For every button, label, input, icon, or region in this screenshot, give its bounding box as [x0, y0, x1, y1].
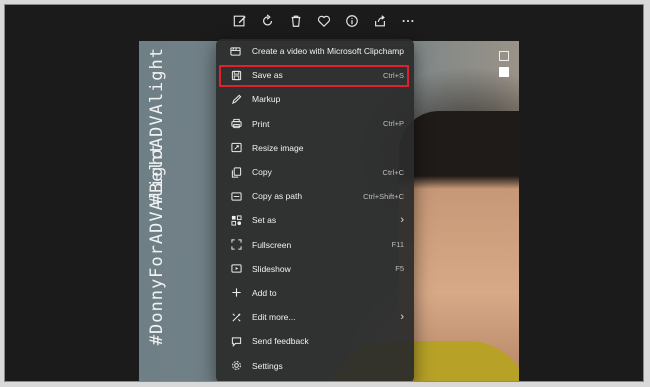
menu-item-label: Fullscreen — [252, 239, 292, 250]
print-icon — [230, 118, 242, 130]
slideshow-icon — [230, 263, 242, 275]
menu-item-save-as[interactable]: Save as Ctrl+S — [216, 63, 414, 88]
photo-hashtag-bottom: #DonnyForADVAlight — [147, 142, 167, 345]
menu-item-edit-more[interactable]: Edit more... › — [216, 305, 414, 329]
rotate-icon[interactable] — [257, 10, 279, 32]
menu-item-slideshow[interactable]: Slideshow F5 — [216, 257, 414, 281]
menu-item-label: Copy — [252, 167, 272, 178]
menu-item-copy[interactable]: Copy Ctrl+C — [216, 160, 414, 184]
menu-item-label: Create a video with Microsoft Clipchamp — [251, 46, 404, 57]
favorite-icon[interactable] — [313, 10, 335, 32]
menu-item-copy-as-path[interactable]: Copy as path Ctrl+Shift+C — [216, 184, 414, 208]
menu-item-add-to[interactable]: Add to — [216, 281, 414, 305]
menu-item-shortcut: Ctrl+Shift+C — [363, 191, 404, 201]
chevron-right-icon: › — [400, 311, 404, 324]
menu-item-label: Markup — [252, 94, 281, 105]
more-icon[interactable] — [397, 10, 419, 32]
menu-item-shortcut: Ctrl+S — [382, 70, 404, 80]
menu-item-label: Slideshow — [252, 263, 291, 274]
menu-item-shortcut: F5 — [395, 264, 404, 274]
menu-item-fullscreen[interactable]: Fullscreen F11 — [216, 233, 414, 257]
menu-item-shortcut: Ctrl+C — [382, 167, 404, 177]
menu-item-label: Print — [252, 118, 270, 129]
square-outline-icon — [499, 51, 509, 61]
settings-icon — [230, 360, 242, 372]
menu-item-label: Edit more... — [252, 312, 296, 323]
copy-icon — [230, 166, 242, 178]
copy-path-icon — [230, 190, 242, 202]
menu-item-shortcut: F11 — [391, 240, 404, 250]
menu-item-label: Save as — [252, 70, 283, 81]
context-menu: Create a video with Microsoft Clipchamp … — [216, 39, 414, 381]
menu-item-send-feedback[interactable]: Send feedback — [216, 329, 414, 353]
menu-item-label: Settings — [252, 360, 283, 371]
photo-subject — [399, 111, 519, 371]
delete-icon[interactable] — [285, 10, 307, 32]
menu-item-label: Set as — [252, 215, 277, 226]
markup-icon — [230, 93, 242, 105]
save-icon — [230, 69, 242, 81]
chevron-right-icon: › — [400, 214, 404, 227]
edit-image-icon[interactable] — [229, 10, 251, 32]
menu-item-markup[interactable]: Markup — [216, 87, 414, 111]
clipchamp-icon — [230, 45, 242, 57]
menu-item-print[interactable]: Print Ctrl+P — [216, 112, 414, 136]
menu-item-label: Add to — [252, 287, 277, 298]
square-filled-icon — [499, 67, 509, 77]
menu-item-label: Send feedback — [252, 336, 309, 347]
menu-item-set-as[interactable]: Set as › — [216, 208, 414, 232]
feedback-icon — [230, 335, 242, 347]
edit-more-icon — [230, 311, 242, 323]
image-toolbar — [5, 5, 643, 37]
share-icon[interactable] — [369, 10, 391, 32]
info-icon[interactable] — [341, 10, 363, 32]
menu-item-label: Resize image — [252, 142, 304, 153]
add-icon — [230, 287, 242, 299]
menu-item-resize-image[interactable]: Resize image — [216, 136, 414, 160]
menu-item-shortcut: Ctrl+P — [382, 119, 404, 129]
menu-item-clipchamp[interactable]: Create a video with Microsoft Clipchamp — [216, 39, 414, 63]
photos-app-window: #BeloADVAlight #DonnyForADVAlight Create… — [4, 4, 644, 382]
menu-item-settings[interactable]: Settings — [216, 353, 414, 377]
resize-icon — [230, 142, 242, 154]
set-as-icon — [230, 214, 242, 226]
fullscreen-icon — [230, 239, 242, 251]
menu-item-label: Copy as path — [252, 191, 303, 202]
